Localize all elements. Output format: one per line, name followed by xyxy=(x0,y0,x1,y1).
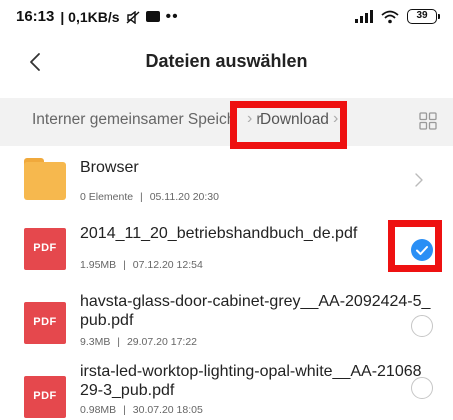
grid-view-button[interactable] xyxy=(417,110,439,132)
pdf-icon: PDF xyxy=(24,376,66,418)
breadcrumb-separator-icon: › xyxy=(247,110,253,127)
folder-icon xyxy=(24,158,66,200)
select-checkbox-checked[interactable] xyxy=(411,239,433,261)
file-size: 9.3MB xyxy=(80,336,111,348)
file-meta: 9.3MB | 29.07.20 17:22 xyxy=(80,336,198,348)
modified-date: 07.12.20 12:54 xyxy=(132,259,203,271)
list-item-folder-browser[interactable]: Browser 0 Elemente | 05.11.20 20:30 xyxy=(0,146,453,214)
select-checkbox[interactable] xyxy=(411,315,433,337)
network-speed: | 0,1KB/s xyxy=(60,8,120,25)
breadcrumb-current[interactable]: Download xyxy=(260,111,329,129)
status-left: 16:13 | 0,1KB/s •• xyxy=(16,8,179,25)
file-name: Browser xyxy=(80,159,139,176)
file-name-line: havsta-glass-door-cabinet-grey__AA-20924… xyxy=(80,293,431,310)
select-checkbox[interactable] xyxy=(411,377,433,399)
file-size: 1.95MB xyxy=(80,259,117,271)
pdf-icon: PDF xyxy=(24,302,66,344)
breadcrumb-separator-icon: › xyxy=(333,110,339,127)
list-item-file[interactable]: PDF havsta-glass-door-cabinet-grey__AA-2… xyxy=(0,284,453,360)
modified-date: 30.07.20 18:05 xyxy=(132,404,203,416)
status-time: 16:13 xyxy=(16,8,55,25)
modified-date: 29.07.20 17:22 xyxy=(126,336,198,348)
list-item-file[interactable]: PDF 2014_11_20_betriebshandbuch_de.pdf 1… xyxy=(0,214,453,284)
page-title: Dateien auswählen xyxy=(145,51,308,71)
status-bar: 16:13 | 0,1KB/s •• 39 xyxy=(0,0,453,34)
more-notifications-icon: •• xyxy=(165,7,179,25)
signal-icon xyxy=(355,10,373,23)
file-meta: 1.95MB | 07.12.20 12:54 xyxy=(80,259,203,271)
file-meta: 0 Elemente | 05.11.20 20:30 xyxy=(80,191,219,203)
file-name: havsta-glass-door-cabinet-grey__AA-20924… xyxy=(80,292,430,330)
screen-icon xyxy=(145,11,160,22)
grid-icon xyxy=(419,112,437,130)
file-size: 0.98MB xyxy=(80,404,117,416)
item-count: 0 Elemente xyxy=(80,191,134,203)
list-item-file[interactable]: PDF irsta-led-worktop-lighting-opal-whit… xyxy=(0,360,453,420)
file-meta: 0.98MB | 30.07.20 18:05 xyxy=(80,404,203,416)
file-name-line: 29-3_pub.pdf xyxy=(80,382,175,399)
wifi-icon xyxy=(381,10,399,23)
breadcrumb-root-label: Interner gemeinsamer Speich xyxy=(32,111,236,128)
pdf-icon-label: PDF xyxy=(33,242,57,254)
file-name: irsta-led-worktop-lighting-opal-white__A… xyxy=(80,362,422,400)
battery-icon: 39 xyxy=(407,9,440,24)
mute-icon xyxy=(126,10,140,24)
pdf-icon-label: PDF xyxy=(33,316,57,328)
breadcrumb: Interner gemeinsamer Speich r › Download … xyxy=(0,98,453,149)
breadcrumb-root[interactable]: Interner gemeinsamer Speich r xyxy=(32,111,262,129)
checkmark-icon xyxy=(416,246,428,255)
file-name: 2014_11_20_betriebshandbuch_de.pdf xyxy=(80,225,358,242)
file-name-line: irsta-led-worktop-lighting-opal-white__A… xyxy=(80,363,422,380)
modified-date: 05.11.20 20:30 xyxy=(149,191,219,203)
chevron-right-icon xyxy=(415,173,423,187)
file-name-line: pub.pdf xyxy=(80,312,134,329)
pdf-icon-label: PDF xyxy=(33,390,57,402)
pdf-icon: PDF xyxy=(24,228,66,270)
header: Dateien auswählen xyxy=(0,40,453,84)
status-right: 39 xyxy=(355,9,440,24)
